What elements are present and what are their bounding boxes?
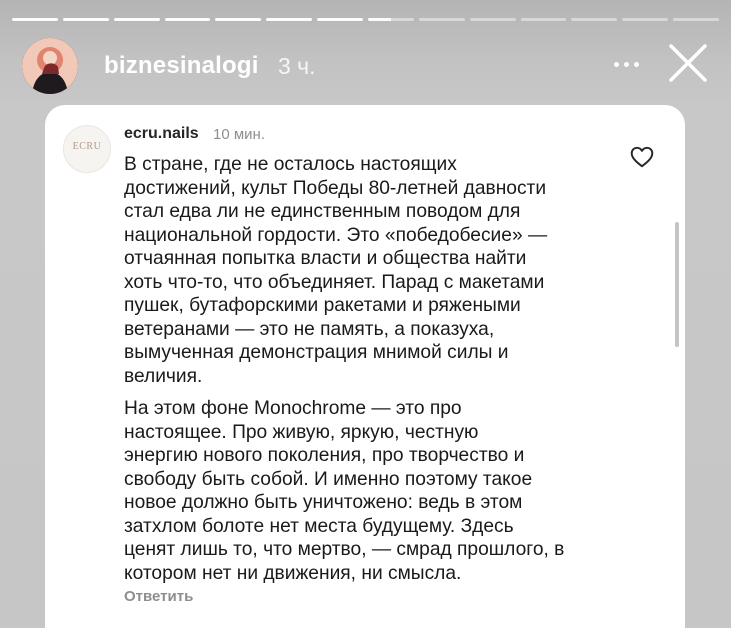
story-time: 3 ч. xyxy=(278,53,316,79)
progress-segment xyxy=(571,18,618,21)
comment-text: В стране, где не осталось настоящих дост… xyxy=(124,153,614,594)
reply-button[interactable]: Ответить xyxy=(124,588,193,605)
progress-segment xyxy=(113,18,160,21)
progress-segment xyxy=(520,18,567,21)
comment-card: ECRU ecru.nails 10 мин. В стране, где не… xyxy=(45,105,685,628)
comment-paragraph-1: В стране, где не осталось настоящих дост… xyxy=(124,154,548,387)
progress-segment xyxy=(266,18,313,21)
progress-segment xyxy=(418,18,465,21)
more-horizontal-icon[interactable] xyxy=(614,62,639,67)
story-header: biznesinalogi 3 ч. xyxy=(22,38,713,96)
progress-segment xyxy=(317,18,364,21)
commenter-username[interactable]: ecru.nails xyxy=(124,125,199,143)
ecru-logo: ECRU xyxy=(72,141,102,152)
comment-paragraph-2: На этом фоне Monochrome — это про настоя… xyxy=(124,398,565,584)
progress-segment xyxy=(469,18,516,21)
comment-time: 10 мин. xyxy=(213,126,265,143)
story-username[interactable]: biznesinalogi xyxy=(104,52,259,80)
progress-segment xyxy=(673,18,720,21)
heart-icon[interactable] xyxy=(629,144,655,170)
progress-segment xyxy=(622,18,669,21)
story-viewer: biznesinalogi 3 ч. ECRU ecru.nails 10 ми… xyxy=(0,0,731,628)
avatar[interactable] xyxy=(22,38,78,94)
progress-segment xyxy=(12,18,58,21)
progress-segment xyxy=(215,18,262,21)
progress-segment xyxy=(164,18,211,21)
avatar-photo xyxy=(22,38,78,94)
scrollbar[interactable] xyxy=(675,222,679,347)
progress-segment xyxy=(368,18,414,21)
progress-segment xyxy=(62,18,109,21)
commenter-avatar[interactable]: ECRU xyxy=(63,125,111,173)
story-progress-bar xyxy=(12,18,720,21)
close-icon[interactable] xyxy=(667,42,709,84)
